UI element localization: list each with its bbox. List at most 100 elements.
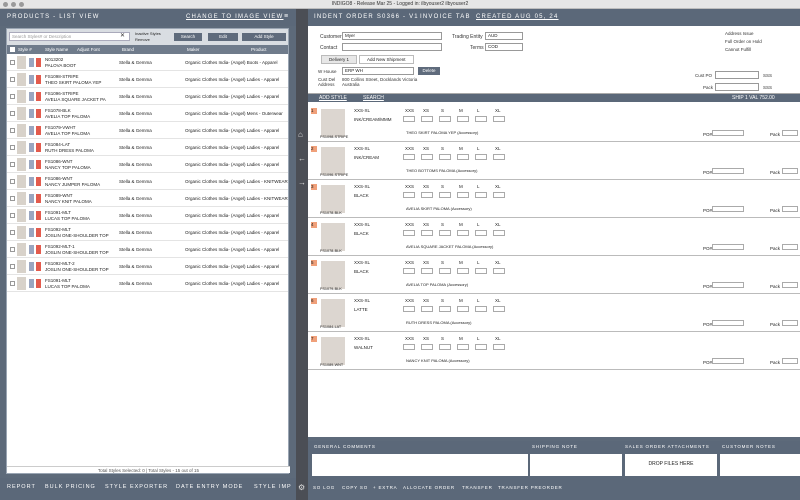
remove-label[interactable]: Remove bbox=[135, 37, 150, 42]
qty-input[interactable] bbox=[439, 230, 451, 236]
row-checkbox[interactable] bbox=[10, 247, 15, 252]
table-row[interactable]: N013202 PALOVA BOOT Stella & Gemma Organ… bbox=[7, 54, 288, 71]
table-row[interactable]: FS1089-WNT NANCY KNIT PALOMA Stella & Ge… bbox=[7, 190, 288, 207]
col-style[interactable]: Style # bbox=[18, 45, 32, 54]
qty-input[interactable] bbox=[493, 344, 505, 350]
row-checkbox[interactable] bbox=[10, 128, 15, 133]
qty-input[interactable] bbox=[457, 344, 469, 350]
pack-input[interactable] bbox=[782, 320, 798, 326]
pack-input[interactable] bbox=[782, 168, 798, 174]
fulfill-option[interactable]: Cannot Fulfill bbox=[725, 47, 751, 52]
qty-input[interactable] bbox=[421, 268, 433, 274]
delete-button[interactable]: Delete bbox=[418, 67, 440, 75]
row-checkbox[interactable] bbox=[10, 179, 15, 184]
qty-input[interactable] bbox=[439, 306, 451, 312]
shipping-note-box[interactable] bbox=[530, 454, 622, 476]
pack-input[interactable] bbox=[782, 282, 798, 288]
col-maker[interactable]: Maker bbox=[187, 45, 200, 54]
settings-icon[interactable]: ⚙ bbox=[298, 483, 305, 492]
whouse-select[interactable]: ERP WH bbox=[342, 67, 414, 75]
qty-input[interactable] bbox=[457, 268, 469, 274]
report-link[interactable]: REPORT bbox=[7, 484, 36, 490]
menu-icon[interactable]: ≡ bbox=[284, 13, 288, 20]
qty-input[interactable] bbox=[403, 154, 415, 160]
qty-input[interactable] bbox=[439, 192, 451, 198]
qty-input[interactable] bbox=[439, 116, 451, 122]
row-checkbox[interactable] bbox=[10, 94, 15, 99]
extra-link[interactable]: + EXTRA bbox=[373, 485, 397, 490]
qty-input[interactable] bbox=[403, 192, 415, 198]
po-input[interactable] bbox=[712, 282, 744, 288]
qty-input[interactable] bbox=[475, 344, 487, 350]
qty-input[interactable] bbox=[475, 268, 487, 274]
so-log-link[interactable]: SO LOG bbox=[313, 485, 335, 490]
customer-notes-box[interactable] bbox=[720, 454, 800, 476]
tab-add-shipment[interactable]: Add New Shipment bbox=[359, 55, 414, 64]
po-input[interactable] bbox=[712, 130, 744, 136]
qty-input[interactable] bbox=[475, 116, 487, 122]
qty-input[interactable] bbox=[421, 154, 433, 160]
row-checkbox[interactable] bbox=[10, 162, 15, 167]
search-button[interactable]: Search bbox=[174, 33, 202, 41]
window-controls[interactable] bbox=[3, 2, 24, 7]
arrow-right-icon[interactable]: → bbox=[298, 178, 306, 187]
row-checkbox[interactable] bbox=[10, 196, 15, 201]
table-row[interactable]: FS1086-WNT NANCY JUMPER PALOMA Stella & … bbox=[7, 173, 288, 190]
po-input[interactable] bbox=[712, 320, 744, 326]
style-search-input[interactable]: Search Styles# or Description bbox=[9, 32, 130, 41]
qty-input[interactable] bbox=[457, 192, 469, 198]
table-row[interactable]: FS1092-MLT-1 JOSLIN ONE-SHOULDER TOP Ste… bbox=[7, 241, 288, 258]
qty-input[interactable] bbox=[421, 116, 433, 122]
trading-select[interactable]: AUD bbox=[485, 32, 523, 40]
order-line[interactable]: 7 FS1089-WNT XXS-XL WALNUT XXS XS S M L XL NA… bbox=[308, 332, 800, 370]
table-row[interactable]: FS1091-MLT LUCAS TOP PALOMA Stella & Gem… bbox=[7, 275, 288, 292]
transfer-preorder-link[interactable]: TRANSFER PREORDER bbox=[498, 485, 563, 490]
qty-input[interactable] bbox=[403, 306, 415, 312]
order-line[interactable]: 6 FS1084-LAT XXS-XL LATTE XXS XS S M L XL RUT… bbox=[308, 294, 800, 332]
row-checkbox[interactable] bbox=[10, 77, 15, 82]
qty-input[interactable] bbox=[421, 230, 433, 236]
order-line[interactable]: 3 FS1078-BLK XXS-XL BLACK XXS XS S M L XL AVE… bbox=[308, 180, 800, 218]
qty-input[interactable] bbox=[457, 306, 469, 312]
pack-input[interactable] bbox=[782, 130, 798, 136]
po-input[interactable] bbox=[712, 358, 744, 364]
order-line[interactable]: 2 FS1096-STRIPE XXS-XL INK/CREAM XXS XS S M… bbox=[308, 142, 800, 180]
contact-select[interactable] bbox=[342, 43, 442, 51]
col-brand[interactable]: Brand bbox=[122, 45, 134, 54]
qty-input[interactable] bbox=[493, 230, 505, 236]
table-row[interactable]: FS1091-MLT LUCAS TOP PALOMA Stella & Gem… bbox=[7, 207, 288, 224]
bulk-pricing-link[interactable]: BULK PRICING bbox=[45, 484, 96, 490]
order-line[interactable]: 4 FS1078-BLK XXS-XL BLACK XXS XS S M L XL AVE… bbox=[308, 218, 800, 256]
table-row[interactable]: FS1096-STRIPE AVELIA SQUARE JACKET PA St… bbox=[7, 88, 288, 105]
invoice-tab[interactable]: INVOICE TAB bbox=[420, 14, 471, 20]
table-row[interactable]: FS1098-STRIPE THEO SKIRT PALOMA YEP Stel… bbox=[7, 71, 288, 88]
qty-input[interactable] bbox=[493, 306, 505, 312]
qty-input[interactable] bbox=[457, 230, 469, 236]
home-icon[interactable]: ⌂ bbox=[298, 130, 303, 139]
copy-so-link[interactable]: COPY SO bbox=[342, 485, 368, 490]
add-style-button[interactable]: Add Style bbox=[242, 33, 286, 41]
clear-icon[interactable]: ✕ bbox=[120, 32, 125, 39]
row-checkbox[interactable] bbox=[10, 145, 15, 150]
qty-input[interactable] bbox=[475, 154, 487, 160]
add-style-link[interactable]: ADD STYLE bbox=[319, 95, 347, 101]
address-issue-option[interactable]: Address Issue bbox=[725, 31, 754, 36]
po-input[interactable] bbox=[712, 168, 744, 174]
row-checkbox[interactable] bbox=[10, 111, 15, 116]
select-all-checkbox[interactable] bbox=[10, 47, 15, 52]
qty-input[interactable] bbox=[403, 116, 415, 122]
arrow-left-icon[interactable]: ← bbox=[298, 154, 306, 163]
qty-input[interactable] bbox=[475, 192, 487, 198]
table-row[interactable]: FS1092-MLT JOSLIN ONE-SHOULDER TOP Stell… bbox=[7, 224, 288, 241]
col-product[interactable]: Product bbox=[251, 45, 267, 54]
edit-button[interactable]: Edit bbox=[208, 33, 238, 41]
qty-input[interactable] bbox=[421, 192, 433, 198]
col-adjust-font[interactable]: Adjust Font bbox=[77, 45, 100, 54]
switch-view-link[interactable]: CHANGE TO IMAGE VIEW bbox=[186, 14, 283, 20]
qty-input[interactable] bbox=[493, 268, 505, 274]
hold-option[interactable]: Full Order on Hold bbox=[725, 39, 762, 44]
po-input[interactable] bbox=[712, 206, 744, 212]
qty-input[interactable] bbox=[457, 154, 469, 160]
col-style-name[interactable]: Style Name bbox=[45, 45, 68, 54]
style-import-link[interactable]: STYLE IMP bbox=[254, 484, 292, 490]
